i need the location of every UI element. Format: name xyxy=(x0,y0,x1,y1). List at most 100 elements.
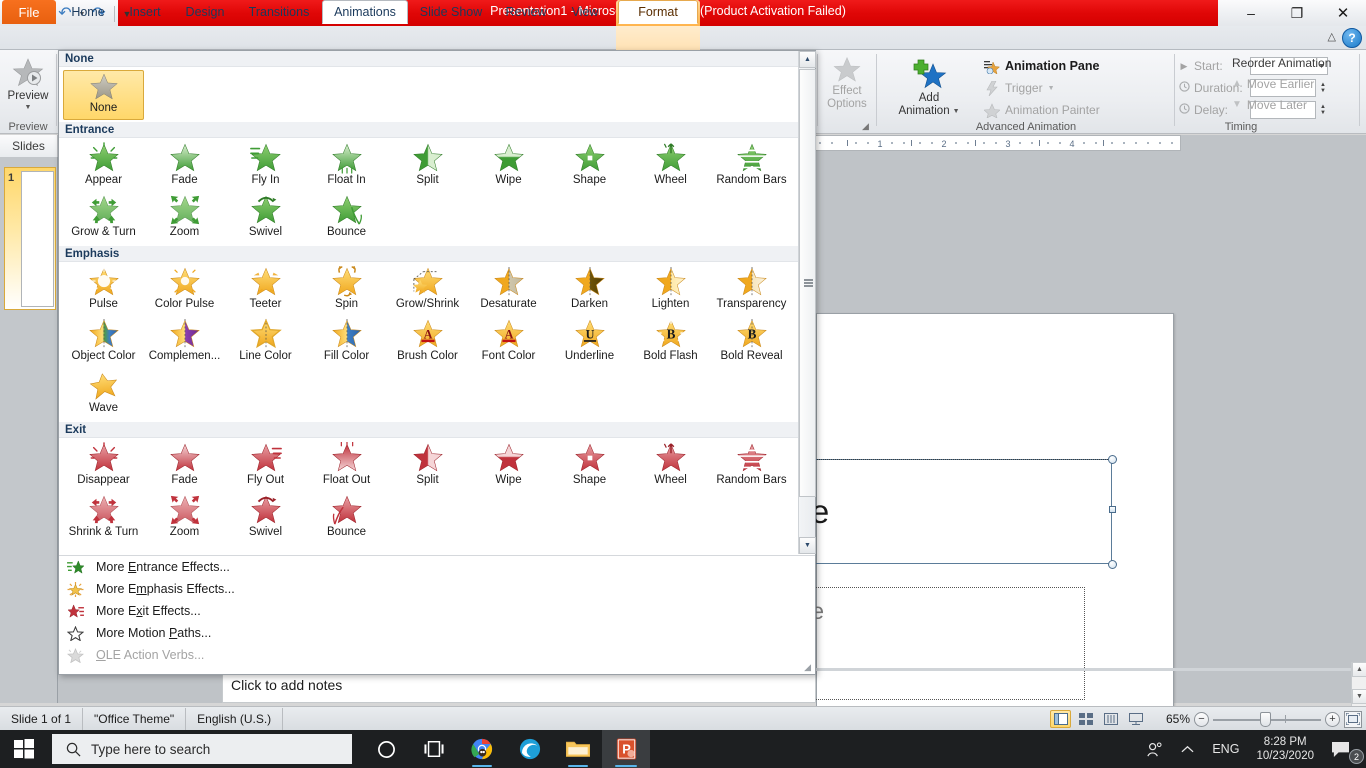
animation-effect-wheel[interactable]: Wheel xyxy=(630,141,711,193)
chrome-icon[interactable] xyxy=(458,730,506,768)
slideshow-icon[interactable] xyxy=(1125,710,1146,728)
windows-start-icon[interactable] xyxy=(0,730,48,768)
animation-effect-split[interactable]: Split xyxy=(387,141,468,193)
animation-effect-zoom[interactable]: Zoom xyxy=(144,493,225,545)
animation-effect-zoom[interactable]: Zoom xyxy=(144,193,225,245)
effect-options-button[interactable]: Effect Options xyxy=(818,50,876,111)
tab-transitions[interactable]: Transitions xyxy=(238,0,320,24)
status-language[interactable]: English (U.S.) xyxy=(186,707,284,730)
zoom-in-button[interactable]: + xyxy=(1325,711,1340,727)
animation-effect-fill-color[interactable]: Fill Color xyxy=(306,317,387,369)
task-view-icon[interactable] xyxy=(410,730,458,768)
show-hidden-icons-icon[interactable] xyxy=(1172,730,1203,768)
animation-effect-wipe[interactable]: Wipe xyxy=(468,441,549,493)
notes-pane[interactable]: Click to add notes xyxy=(222,671,816,703)
search-input[interactable]: Type here to search xyxy=(52,734,352,764)
gallery-scrollbar[interactable]: ▲ ▼ xyxy=(798,51,816,554)
slide-thumbnail-1[interactable]: 1 xyxy=(4,167,56,310)
menu-item-more-motion-paths[interactable]: More Motion Paths... xyxy=(59,622,815,644)
animation-effect-complemen[interactable]: Complemen... xyxy=(144,317,225,369)
gallery-scroll-down-icon[interactable]: ▼ xyxy=(799,537,816,554)
resize-handle-bottom-right[interactable] xyxy=(1108,560,1117,569)
tab-review[interactable]: Review xyxy=(494,0,558,24)
animation-effect-shape[interactable]: Shape xyxy=(549,441,630,493)
add-animation-button[interactable]: Add Animation ▼ xyxy=(889,54,969,118)
gallery-scroll-thumb[interactable] xyxy=(799,69,816,497)
horizontal-ruler[interactable]: 1 2 3 4 xyxy=(815,135,1181,151)
normal-view-icon[interactable] xyxy=(1050,710,1071,728)
animation-effect-pulse[interactable]: Pulse xyxy=(63,265,144,317)
animation-effect-bounce[interactable]: Bounce xyxy=(306,493,387,545)
chevron-down-icon[interactable]: ▼ xyxy=(1048,85,1055,92)
status-theme[interactable]: "Office Theme" xyxy=(83,707,187,730)
animation-effect-wheel[interactable]: Wheel xyxy=(630,441,711,493)
animation-effect-shape[interactable]: Shape xyxy=(549,141,630,193)
restore-button[interactable]: ❐ xyxy=(1274,0,1320,26)
scroll-up-icon[interactable]: ▲ xyxy=(1352,662,1366,677)
move-earlier-button[interactable]: ▲ Move Earlier xyxy=(1228,73,1358,94)
cortana-icon[interactable] xyxy=(362,730,410,768)
animation-effect-disappear[interactable]: Disappear xyxy=(63,441,144,493)
animation-pane-button[interactable]: Animation Pane xyxy=(981,55,1166,77)
minimize-button[interactable]: – xyxy=(1228,0,1274,26)
animation-effect-grow-turn[interactable]: Grow & Turn xyxy=(63,193,144,245)
menu-item-more-entrance-effects[interactable]: More Entrance Effects... xyxy=(59,556,815,578)
chevron-down-icon[interactable]: ▼ xyxy=(953,108,960,116)
animation-effect-random-bars[interactable]: Random Bars xyxy=(711,441,792,493)
animation-effect-wave[interactable]: Wave xyxy=(63,369,144,421)
animation-effect-bold-flash[interactable]: B Bold Flash xyxy=(630,317,711,369)
zoom-level-label[interactable]: 65% xyxy=(1160,712,1190,726)
animation-effect-split[interactable]: Split xyxy=(387,441,468,493)
animation-effect-appear[interactable]: Appear xyxy=(63,141,144,193)
animation-effect-underline[interactable]: U Underline xyxy=(549,317,630,369)
powerpoint-icon[interactable]: P xyxy=(602,730,650,768)
tab-design[interactable]: Design xyxy=(174,0,236,24)
reading-view-icon[interactable] xyxy=(1100,710,1121,728)
gallery-scroll-up-icon[interactable]: ▲ xyxy=(799,51,816,68)
chevron-down-icon[interactable]: ▼ xyxy=(25,104,32,112)
resize-grip-icon[interactable]: ◢ xyxy=(804,662,811,673)
tab-format[interactable]: Format xyxy=(618,0,698,24)
animation-effect-fade[interactable]: Fade xyxy=(144,441,225,493)
animation-effect-wipe[interactable]: Wipe xyxy=(468,141,549,193)
animation-effect-object-color[interactable]: Object Color xyxy=(63,317,144,369)
menu-item-more-emphasis-effects[interactable]: More Emphasis Effects... xyxy=(59,578,815,600)
notes-scrollbar[interactable]: ▲ ▼ xyxy=(1351,662,1366,706)
animation-effect-desaturate[interactable]: Desaturate xyxy=(468,265,549,317)
help-icon[interactable]: ? xyxy=(1342,28,1362,48)
clock[interactable]: 8:28 PM 10/23/2020 xyxy=(1248,735,1322,763)
animation-effect-brush-color[interactable]: A Brush Color xyxy=(387,317,468,369)
zoom-slider-thumb[interactable] xyxy=(1260,712,1271,727)
close-button[interactable]: ✕ xyxy=(1320,0,1366,26)
animation-effect-darken[interactable]: Darken xyxy=(549,265,630,317)
slide-sorter-icon[interactable] xyxy=(1075,710,1096,728)
animation-effect-transparency[interactable]: Transparency xyxy=(711,265,792,317)
animation-effect-bold-reveal[interactable]: B Bold Reveal xyxy=(711,317,792,369)
animation-effect-grow-shrink[interactable]: Grow/Shrink xyxy=(387,265,468,317)
tab-file[interactable]: File xyxy=(2,0,56,24)
animation-effect-fly-out[interactable]: Fly Out xyxy=(225,441,306,493)
scroll-down-icon[interactable]: ▼ xyxy=(1352,689,1366,704)
people-icon[interactable] xyxy=(1137,730,1172,768)
animation-effect-spin[interactable]: Spin xyxy=(306,265,387,317)
tab-home[interactable]: Home xyxy=(60,0,116,24)
language-indicator[interactable]: ENG xyxy=(1203,730,1248,768)
animation-effect-color-pulse[interactable]: Color Pulse xyxy=(144,265,225,317)
animation-effect-bounce[interactable]: Bounce xyxy=(306,193,387,245)
zoom-slider[interactable] xyxy=(1213,711,1321,727)
animation-effect-teeter[interactable]: Teeter xyxy=(225,265,306,317)
animation-effect-random-bars[interactable]: Random Bars xyxy=(711,141,792,193)
file-explorer-icon[interactable] xyxy=(554,730,602,768)
tab-insert[interactable]: Insert xyxy=(118,0,172,24)
slide-canvas[interactable]: dd title d subtitle xyxy=(697,313,1174,768)
tab-animations[interactable]: Animations xyxy=(322,0,408,24)
trigger-button[interactable]: Trigger ▼ xyxy=(981,77,1166,99)
tab-view[interactable]: View xyxy=(560,0,610,24)
animation-effect-none[interactable]: None xyxy=(63,70,144,120)
move-later-button[interactable]: ▼ Move Later xyxy=(1228,94,1358,115)
status-slide-count[interactable]: Slide 1 of 1 xyxy=(0,707,84,730)
animation-effect-float-out[interactable]: Float Out xyxy=(306,441,387,493)
animation-effect-float-in[interactable]: Float In xyxy=(306,141,387,193)
resize-handle-top-right[interactable] xyxy=(1108,455,1117,464)
animation-effect-fly-in[interactable]: Fly In xyxy=(225,141,306,193)
